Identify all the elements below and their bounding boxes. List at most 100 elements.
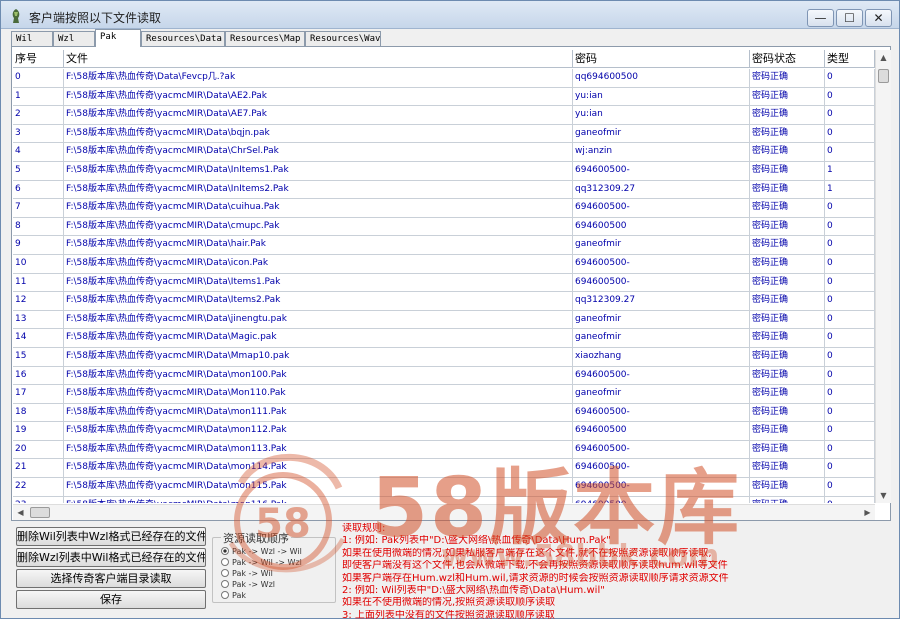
column-header-type[interactable]: 类型 bbox=[825, 50, 875, 68]
table-row[interactable]: 15 F:\58版本库\热血传奇\yacmcMIR\Data\Mmap10.pak… bbox=[13, 347, 875, 367]
table-row[interactable]: 22 F:\58版本库\热血传奇\yacmcMIR\Data\mon115.Pak… bbox=[13, 478, 875, 497]
table-row[interactable]: 21 F:\58版本库\热血传奇\yacmcMIR\Data\mon114.Pak… bbox=[13, 459, 875, 479]
grid-body: 0 F:\58版本库\热血传奇\Data\Fevcp几.?ak qq69460050… bbox=[13, 69, 875, 503]
radio-icon[interactable] bbox=[221, 569, 229, 577]
cell-password: qq312309.27 bbox=[573, 292, 750, 310]
table-row[interactable]: 7 F:\58版本库\热血传奇\yacmcMIR\Data\cuihua.Pak 6… bbox=[13, 199, 875, 218]
minimize-button[interactable]: — bbox=[807, 9, 834, 27]
table-row[interactable]: 2 F:\58版本库\热血传奇\yacmcMIR\Data\AE7.Pak yu:i… bbox=[13, 106, 875, 125]
cell-type: 0 bbox=[825, 422, 875, 440]
table-row[interactable]: 14 F:\58版本库\热血传奇\yacmcMIR\Data\Magic.pak g… bbox=[13, 329, 875, 348]
radio-icon[interactable] bbox=[221, 580, 229, 588]
column-header-index[interactable]: 序号 bbox=[13, 50, 64, 68]
cell-index: 6 bbox=[13, 180, 64, 199]
tab-resources-data[interactable]: Resources\Data bbox=[141, 31, 225, 46]
table-row[interactable]: 18 F:\58版本库\热血传奇\yacmcMIR\Data\mon111.Pak… bbox=[13, 403, 875, 423]
table-row[interactable]: 9 F:\58版本库\热血传奇\yacmcMIR\Data\hair.Pak gan… bbox=[13, 236, 875, 255]
cell-type: 0 bbox=[825, 87, 875, 106]
cell-password: ganeofmir bbox=[573, 385, 750, 403]
read-order-option-3[interactable]: Pak -> Wil bbox=[221, 568, 333, 579]
scroll-up-icon[interactable]: ▲ bbox=[876, 50, 891, 65]
cell-password-status: 密码正确 bbox=[750, 180, 825, 199]
radio-icon[interactable] bbox=[221, 558, 229, 566]
column-header-password[interactable]: 密码 bbox=[573, 50, 750, 68]
table-row[interactable]: 17 F:\58版本库\热血传奇\yacmcMIR\Data\Mon110.Pak… bbox=[13, 385, 875, 404]
save-button[interactable]: 保存 bbox=[16, 590, 206, 609]
cell-password-status: 密码正确 bbox=[750, 124, 825, 143]
scroll-down-icon[interactable]: ▼ bbox=[876, 488, 891, 503]
table-row[interactable]: 11 F:\58版本库\热血传奇\yacmcMIR\Data\Items1.Pak… bbox=[13, 273, 875, 293]
scroll-right-icon[interactable]: ▶ bbox=[860, 505, 875, 520]
cell-password: 694600500- bbox=[573, 199, 750, 217]
radio-selected-icon[interactable] bbox=[221, 547, 229, 555]
window-title: 客户端按照以下文件读取 bbox=[29, 11, 162, 25]
read-rules-title: 读取规则: bbox=[342, 523, 386, 534]
cell-index: 2 bbox=[13, 106, 64, 124]
tab-resources-wav[interactable]: Resources\Wav bbox=[305, 31, 381, 46]
cell-type: 0 bbox=[825, 236, 875, 254]
cell-file-path: F:\58版本库\热血传奇\yacmcMIR\Data\mon112.Pak bbox=[64, 422, 573, 440]
table-row[interactable]: 16 F:\58版本库\热血传奇\yacmcMIR\Data\mon100.Pak… bbox=[13, 366, 875, 386]
title-bar[interactable]: 客户端按照以下文件读取 — ☐ ✕ bbox=[1, 1, 899, 29]
cell-password-status: 密码正确 bbox=[750, 273, 825, 292]
cell-password: 694600500- bbox=[573, 496, 750, 503]
read-order-group: 资源读取顺序 Pak -> Wzl -> Wil Pak -> Wil -> W… bbox=[212, 530, 336, 603]
column-header-password-status[interactable]: 密码状态 bbox=[750, 50, 825, 68]
cell-file-path: F:\58版本库\热血传奇\yacmcMIR\Data\cmupc.Pak bbox=[64, 217, 573, 236]
cell-type: 0 bbox=[825, 496, 875, 503]
table-row[interactable]: 5 F:\58版本库\热血传奇\yacmcMIR\Data\InItems1.Pa… bbox=[13, 161, 875, 181]
vertical-scroll-thumb[interactable] bbox=[878, 69, 889, 83]
scroll-left-icon[interactable]: ◀ bbox=[13, 505, 28, 520]
table-row[interactable]: 8 F:\58版本库\热血传奇\yacmcMIR\Data\cmupc.Pak 69… bbox=[13, 217, 875, 237]
read-order-option-2[interactable]: Pak -> Wil -> Wzl bbox=[221, 557, 333, 568]
cell-file-path: F:\58版本库\热血传奇\yacmcMIR\Data\Magic.pak bbox=[64, 329, 573, 347]
cell-file-path: F:\58版本库\热血传奇\yacmcMIR\Data\InItems2.Pak bbox=[64, 180, 573, 199]
delete-wzl-duplicates-button[interactable]: 删除Wzl列表中Wil格式已经存在的文件 bbox=[16, 548, 206, 567]
radio-icon[interactable] bbox=[221, 591, 229, 599]
cell-type: 0 bbox=[825, 254, 875, 273]
read-rule-line: 3: 上面列表中没有的文件按照资源读取顺序读取 bbox=[342, 609, 555, 619]
cell-password: 694600500- bbox=[573, 366, 750, 385]
read-order-option-1[interactable]: Pak -> Wzl -> Wil bbox=[221, 546, 333, 557]
table-row[interactable]: 23F:\58版本库\热血传奇\yacmcMIR\Data\mon116.Pak… bbox=[13, 496, 875, 503]
cell-file-path: F:\58版本库\热血传奇\yacmcMIR\Data\mon116.Pak bbox=[64, 496, 573, 503]
cell-password-status: 密码正确 bbox=[750, 199, 825, 217]
cell-password-status: 密码正确 bbox=[750, 217, 825, 236]
cell-file-path: F:\58版本库\热血传奇\Data\Fevcp几.?ak bbox=[64, 69, 573, 87]
tab-wil[interactable]: Wil bbox=[11, 31, 53, 46]
maximize-button[interactable]: ☐ bbox=[836, 9, 863, 27]
tab-pak[interactable]: Pak bbox=[95, 29, 141, 47]
cell-file-path: F:\58版本库\热血传奇\yacmcMIR\Data\bqjn.pak bbox=[64, 124, 573, 143]
table-row[interactable]: 12 F:\58版本库\热血传奇\yacmcMIR\Data\Items2.Pak… bbox=[13, 292, 875, 311]
cell-file-path: F:\58版本库\热血传奇\yacmcMIR\Data\AE7.Pak bbox=[64, 106, 573, 124]
cell-type: 0 bbox=[825, 459, 875, 478]
table-row[interactable]: 10 F:\58版本库\热血传奇\yacmcMIR\Data\icon.Pak 69… bbox=[13, 254, 875, 274]
close-button[interactable]: ✕ bbox=[865, 9, 892, 27]
table-row[interactable]: 13 F:\58版本库\热血传奇\yacmcMIR\Data\jinengtu.p… bbox=[13, 310, 875, 330]
tab-resources-map[interactable]: Resources\Map bbox=[225, 31, 305, 46]
table-row[interactable]: 4 F:\58版本库\热血传奇\yacmcMIR\Data\ChrSel.Pak w… bbox=[13, 143, 875, 162]
table-row[interactable]: 0 F:\58版本库\热血传奇\Data\Fevcp几.?ak qq69460050… bbox=[13, 69, 875, 88]
file-grid[interactable]: 序号 文件 密码 密码状态 类型 0 F:\58版本库\热血传奇\Data\Fev… bbox=[13, 50, 875, 503]
read-order-option-5[interactable]: Pak bbox=[221, 590, 333, 601]
cell-index: 23 bbox=[13, 496, 64, 503]
column-header-file[interactable]: 文件 bbox=[64, 50, 573, 68]
vertical-scrollbar[interactable]: ▲ ▼ bbox=[875, 50, 891, 503]
table-row[interactable]: 19 F:\58版本库\热血传奇\yacmcMIR\Data\mon112.Pak… bbox=[13, 422, 875, 441]
cell-type: 0 bbox=[825, 273, 875, 292]
tab-wzl[interactable]: Wzl bbox=[53, 31, 95, 46]
cell-index: 4 bbox=[13, 143, 64, 161]
cell-password: 694600500- bbox=[573, 254, 750, 273]
cell-file-path: F:\58版本库\热血传奇\yacmcMIR\Data\cuihua.Pak bbox=[64, 199, 573, 217]
cell-password: wj:anzin bbox=[573, 143, 750, 161]
horizontal-scroll-thumb[interactable] bbox=[30, 507, 50, 518]
table-row[interactable]: 20 F:\58版本库\热血传奇\yacmcMIR\Data\mon113.Pak… bbox=[13, 440, 875, 460]
delete-wil-duplicates-button[interactable]: 删除Wil列表中Wzl格式已经存在的文件 bbox=[16, 527, 206, 546]
table-row[interactable]: 6 F:\58版本库\热血传奇\yacmcMIR\Data\InItems2.Pa… bbox=[13, 180, 875, 200]
auto-read-client-button[interactable]: 选择传奇客户端目录读取 bbox=[16, 569, 206, 588]
horizontal-scrollbar[interactable]: ◀ ▶ bbox=[13, 504, 875, 520]
read-order-option-4[interactable]: Pak -> Wzl bbox=[221, 579, 333, 590]
table-row[interactable]: 1 F:\58版本库\热血传奇\yacmcMIR\Data\AE2.Pak yu:i… bbox=[13, 87, 875, 107]
table-row[interactable]: 3 F:\58版本库\热血传奇\yacmcMIR\Data\bqjn.pak gan… bbox=[13, 124, 875, 144]
cell-password: qq694600500 bbox=[573, 69, 750, 87]
